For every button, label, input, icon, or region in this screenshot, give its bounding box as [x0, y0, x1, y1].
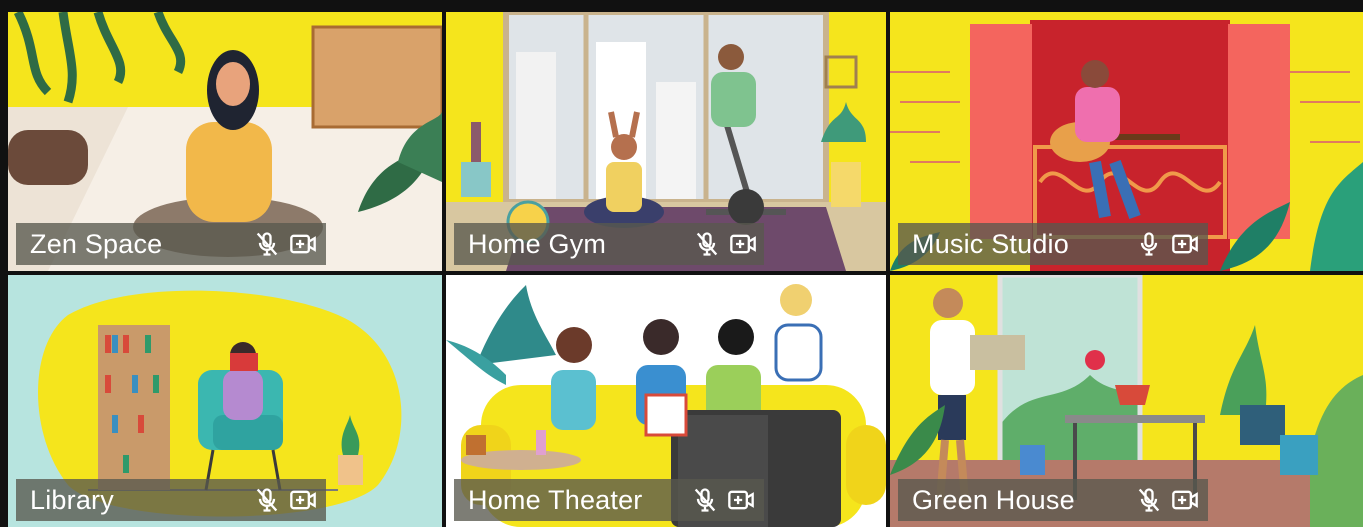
room-name: Music Studio	[912, 228, 1069, 259]
mic-muted-icon[interactable]	[690, 485, 720, 515]
room-controls	[1134, 479, 1200, 521]
camera-add-icon[interactable]	[1170, 229, 1200, 259]
room-label-bar: Home Gym	[454, 223, 764, 265]
camera-add-icon[interactable]	[728, 229, 758, 259]
room-tile-green-house[interactable]: Green House	[890, 275, 1363, 527]
video-room-grid: Zen Space Home Gym Music Studio Library …	[0, 0, 1363, 527]
camera-add-icon[interactable]	[726, 485, 756, 515]
camera-add-icon[interactable]	[288, 485, 318, 515]
room-name: Library	[30, 484, 114, 515]
mic-icon[interactable]	[1134, 229, 1164, 259]
room-name: Home Theater	[468, 484, 643, 515]
room-controls	[690, 479, 756, 521]
mic-muted-icon[interactable]	[1134, 485, 1164, 515]
room-label-bar: Library	[16, 479, 326, 521]
room-controls	[252, 223, 318, 265]
room-controls	[1134, 223, 1200, 265]
camera-add-icon[interactable]	[1170, 485, 1200, 515]
mic-muted-icon[interactable]	[252, 229, 282, 259]
mic-muted-icon[interactable]	[252, 485, 282, 515]
room-name: Green House	[912, 484, 1075, 515]
room-label-bar: Green House	[898, 479, 1208, 521]
room-tile-home-gym[interactable]: Home Gym	[446, 12, 886, 271]
room-tile-home-theater[interactable]: Home Theater	[446, 275, 886, 527]
room-controls	[252, 479, 318, 521]
room-tile-library[interactable]: Library	[8, 275, 442, 527]
room-tile-zen-space[interactable]: Zen Space	[8, 12, 442, 271]
room-label-bar: Zen Space	[16, 223, 326, 265]
room-label-bar: Music Studio	[898, 223, 1208, 265]
room-label-bar: Home Theater	[454, 479, 764, 521]
room-name: Zen Space	[30, 228, 163, 259]
room-name: Home Gym	[468, 228, 607, 259]
mic-muted-icon[interactable]	[692, 229, 722, 259]
room-controls	[692, 223, 758, 265]
room-tile-music-studio[interactable]: Music Studio	[890, 12, 1363, 271]
camera-add-icon[interactable]	[288, 229, 318, 259]
